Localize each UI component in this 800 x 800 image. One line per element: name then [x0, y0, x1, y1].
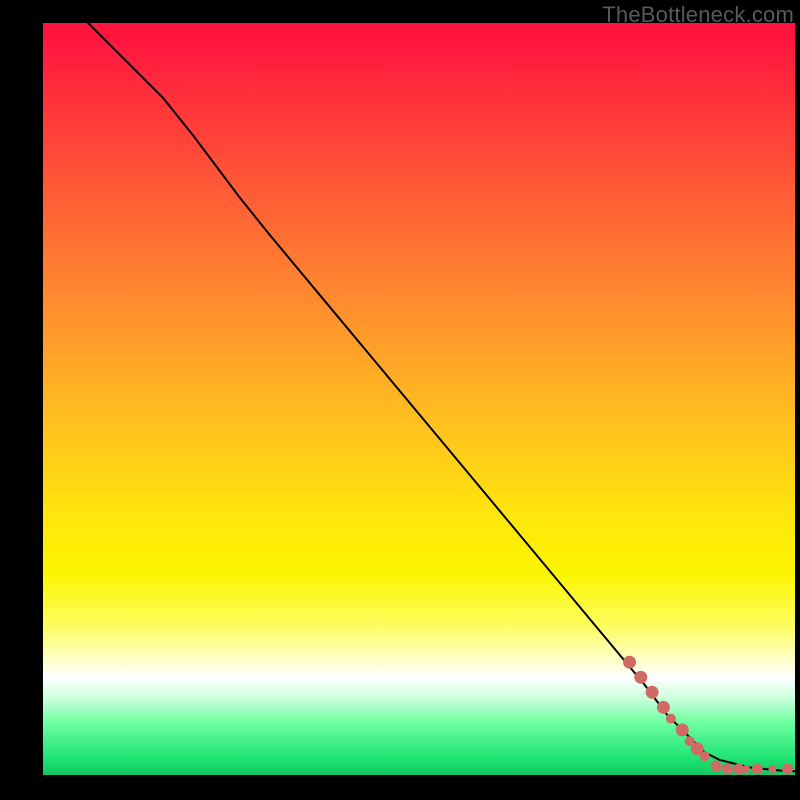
- marker-dot: [742, 765, 750, 773]
- marker-dot: [700, 751, 710, 761]
- marker-dot: [634, 671, 647, 684]
- marker-dot: [623, 656, 636, 669]
- plot-area: [43, 23, 795, 775]
- marker-dot: [782, 763, 793, 774]
- marker-dot: [657, 701, 670, 714]
- marker-dot: [646, 686, 659, 699]
- marker-dot: [711, 760, 722, 771]
- chart-frame: TheBottleneck.com: [0, 0, 800, 800]
- line-series: [88, 23, 795, 771]
- curve-layer: [43, 23, 795, 775]
- marker-series: [623, 656, 793, 775]
- marker-dot: [666, 714, 676, 724]
- marker-dot: [722, 763, 733, 774]
- series-curve: [88, 23, 795, 771]
- marker-dot: [768, 765, 776, 773]
- marker-dot: [752, 763, 763, 774]
- watermark-text: TheBottleneck.com: [602, 2, 794, 28]
- marker-dot: [676, 723, 689, 736]
